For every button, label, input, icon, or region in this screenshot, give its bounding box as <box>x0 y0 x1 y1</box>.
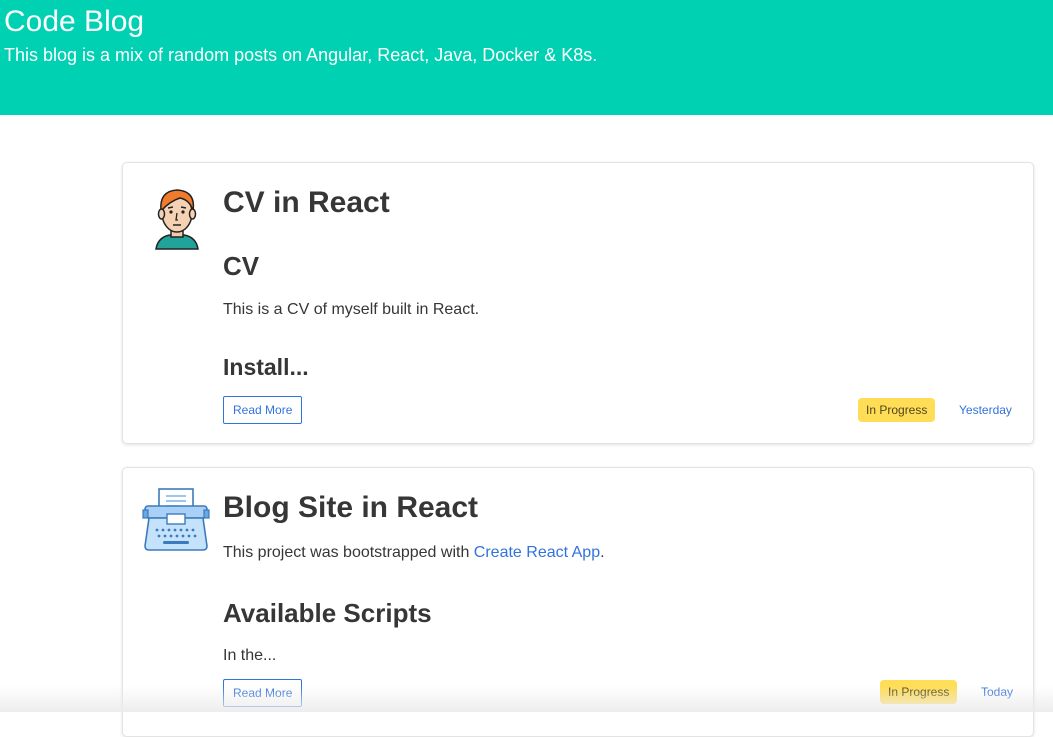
post-excerpt-continued: In the... <box>223 647 277 664</box>
create-react-app-link[interactable]: Create React App <box>474 544 600 561</box>
hero-header: Code Blog This blog is a mix of random p… <box>0 0 1053 115</box>
post-excerpt: This is a CV of myself built in React. <box>223 301 480 318</box>
post-heading: CV <box>223 251 260 281</box>
site-subtitle: This blog is a mix of random posts on An… <box>4 45 598 65</box>
status-badge: In Progress <box>858 398 936 422</box>
status-badge: In Progress <box>880 680 958 704</box>
post-date: Yesterday <box>959 403 1012 417</box>
post-card: Blog Site in React This project was boot… <box>122 467 1034 737</box>
post-excerpt: This project was bootstrapped with Creat… <box>223 543 605 563</box>
excerpt-prefix: This project was bootstrapped with <box>223 544 474 561</box>
read-more-button[interactable]: Read More <box>223 679 303 707</box>
post-title: CV in React <box>223 186 390 219</box>
excerpt-suffix: . <box>600 544 605 561</box>
site-title: Code Blog <box>4 5 145 38</box>
post-subheading: Install... <box>223 354 309 380</box>
post-card: CV in React CV This is a CV of myself bu… <box>122 162 1034 444</box>
post-heading: Available Scripts <box>223 598 432 628</box>
post-title: Blog Site in React <box>223 491 479 524</box>
read-more-button[interactable]: Read More <box>223 396 303 424</box>
typewriter-icon <box>142 488 210 551</box>
person-avatar-icon <box>155 189 199 250</box>
post-date: Today <box>981 685 1014 699</box>
